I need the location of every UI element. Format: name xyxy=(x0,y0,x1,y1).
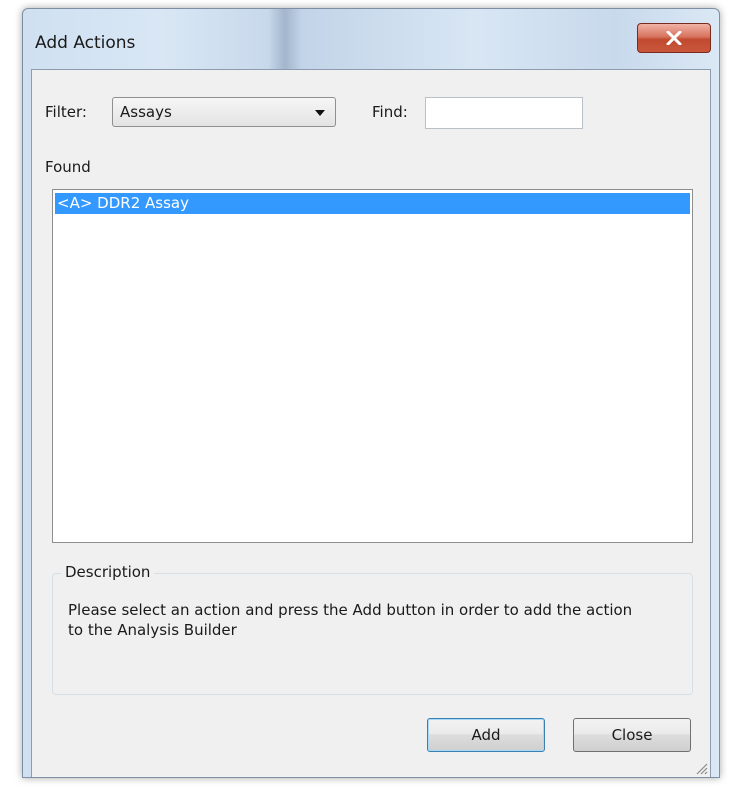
find-label: Find: xyxy=(372,103,408,121)
description-line-1: Please select an action and press the Ad… xyxy=(68,601,633,619)
filter-selected-value: Assays xyxy=(120,103,172,121)
description-text: Please select an action and press the Ad… xyxy=(68,600,678,640)
close-button[interactable]: Close xyxy=(573,718,691,752)
found-label: Found xyxy=(45,158,91,176)
chevron-down-icon xyxy=(315,110,325,116)
list-item[interactable]: <A> DDR2 Assay xyxy=(55,193,690,214)
window-close-button[interactable] xyxy=(637,23,711,53)
found-list[interactable]: <A> DDR2 Assay xyxy=(52,189,693,543)
filter-label: Filter: xyxy=(45,103,87,121)
add-button[interactable]: Add xyxy=(427,718,545,752)
dialog-window: Add Actions Filter: Assays Find: Found <… xyxy=(22,8,720,778)
description-group: Description Please select an action and … xyxy=(52,563,693,695)
description-title: Description xyxy=(61,563,155,581)
window-title: Add Actions xyxy=(35,33,136,53)
background-decoration xyxy=(268,9,302,69)
filter-dropdown[interactable]: Assays xyxy=(112,97,336,127)
resize-grip-icon[interactable] xyxy=(694,761,708,775)
find-input[interactable] xyxy=(425,97,583,129)
description-line-2: to the Analysis Builder xyxy=(68,621,237,639)
dialog-body: Filter: Assays Find: Found <A> DDR2 Assa… xyxy=(31,69,711,777)
close-icon xyxy=(666,31,682,45)
